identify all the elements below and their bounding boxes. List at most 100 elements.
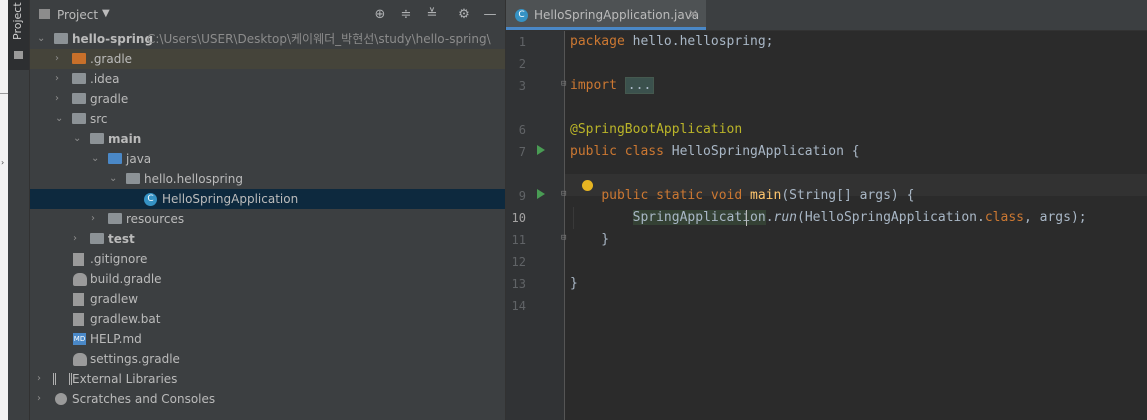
edge-divider (0, 93, 8, 94)
tree-item-gradle[interactable]: › gradle (30, 89, 505, 109)
line-number: 6 (518, 123, 526, 137)
markdown-icon: MD (73, 333, 86, 345)
chevron-right-icon[interactable]: › (55, 69, 65, 89)
tree-item-src[interactable]: ⌄ src (30, 109, 505, 129)
tree-item-label: .gradle (90, 52, 133, 66)
source-folder-icon (108, 153, 122, 164)
tree-item-help-md[interactable]: MD HELP.md (30, 329, 505, 349)
tree-item-label: gradlew (90, 292, 139, 306)
window-edge: › (0, 0, 8, 420)
line-number: 12 (511, 255, 526, 269)
line-number: 9 (518, 189, 526, 203)
tree-item-label: .idea (90, 72, 120, 86)
caret-down-icon[interactable]: ▼ (102, 8, 110, 19)
chevron-right-icon[interactable]: › (91, 209, 101, 229)
chevron-right-icon[interactable]: › (37, 389, 47, 409)
folder-excluded-icon (72, 53, 86, 64)
tree-item-label: hello-spring (72, 32, 154, 46)
code-line-6: @SpringBootApplication (570, 122, 743, 137)
tree-item-label: test (108, 232, 135, 246)
locate-icon[interactable]: ⊕ (371, 5, 389, 25)
gutter: 1 2 3 6 7 9 10 11 12 13 14 ⊟ ⊟ ⊟ (506, 31, 566, 420)
file-icon (73, 313, 84, 326)
scratches-icon (55, 393, 67, 405)
spring-class-icon: C (515, 9, 528, 22)
tree-item-idea[interactable]: › .idea (30, 69, 505, 89)
chevron-right-icon[interactable]: › (55, 89, 65, 109)
expand-all-icon[interactable]: ≑ (397, 5, 415, 25)
tree-item-label: main (108, 132, 142, 146)
tool-window-stripe: Project (8, 0, 30, 420)
tab-hellospringapplication[interactable]: C HelloSpringApplication.java ✕ (506, 0, 706, 30)
package-icon (126, 173, 140, 184)
code-line-7: public class HelloSpringApplication { (570, 144, 860, 159)
folder-icon (14, 51, 23, 59)
shell-icon (73, 293, 84, 306)
spring-class-icon: C (144, 193, 157, 206)
tree-item-build-gradle[interactable]: build.gradle (30, 269, 505, 289)
folder-icon (90, 233, 104, 244)
line-number: 11 (511, 233, 526, 247)
code-line-13: } (570, 276, 578, 291)
project-title[interactable]: Project (57, 8, 98, 22)
line-number: 3 (518, 79, 526, 93)
tree-item-hellospringapplication[interactable]: C HelloSpringApplication (30, 189, 505, 209)
tree-item-label: .gitignore (90, 252, 148, 266)
tree-item-label: src (90, 112, 108, 126)
chevron-right-icon[interactable]: › (37, 369, 47, 389)
collapse-all-icon[interactable]: ≚ (423, 5, 441, 25)
tree-item-hello-hellospring[interactable]: ⌄ hello.hellospring (30, 169, 505, 189)
gradle-icon (73, 273, 87, 286)
line-number: 2 (518, 57, 526, 71)
tree-item-label: hello.hellospring (144, 172, 243, 186)
tree-item-label: build.gradle (90, 272, 162, 286)
tree-item-main[interactable]: ⌄ main (30, 129, 505, 149)
project-icon (39, 9, 50, 19)
close-icon[interactable]: ✕ (688, 7, 698, 21)
run-icon[interactable] (537, 189, 545, 199)
minimize-icon[interactable]: — (481, 5, 499, 25)
chevron-down-icon[interactable]: ⌄ (55, 109, 65, 129)
tree-item-test[interactable]: › test (30, 229, 505, 249)
gear-icon[interactable]: ⚙ (455, 5, 473, 25)
tree-item-gradlew-bat[interactable]: gradlew.bat (30, 309, 505, 329)
folder-icon (72, 73, 86, 84)
tree-item-hello-spring[interactable]: ⌄ hello-spring C:\Users\USER\Desktop\케이웨… (30, 29, 505, 49)
project-stripe-label: Project (11, 2, 24, 40)
chevron-down-icon[interactable]: ⌄ (91, 149, 101, 169)
tree-item-label: External Libraries (72, 372, 178, 386)
tree-item-external-libraries[interactable]: › External Libraries (30, 369, 505, 389)
gradle-icon (73, 353, 87, 366)
tree-item-scratches[interactable]: › Scratches and Consoles (30, 389, 505, 409)
folder-icon (72, 113, 86, 124)
folder-icon (72, 93, 86, 104)
text-caret (746, 210, 747, 226)
code-line-3: import ... (570, 75, 655, 97)
module-folder-icon (54, 33, 68, 44)
line-number: 14 (511, 299, 526, 313)
resources-folder-icon (108, 213, 122, 224)
chevron-down-icon[interactable]: ⌄ (73, 129, 83, 149)
chevron-right-icon[interactable]: › (55, 49, 65, 69)
line-number: 13 (511, 277, 526, 291)
tree-item-settings-gradle[interactable]: settings.gradle (30, 349, 505, 369)
library-icon (53, 373, 72, 385)
edge-marker: › (1, 158, 5, 167)
line-number: 10 (511, 211, 526, 225)
folded-imports[interactable]: ... (624, 77, 655, 94)
chevron-down-icon[interactable]: ⌄ (37, 29, 47, 49)
chevron-down-icon[interactable]: ⌄ (109, 169, 119, 189)
project-tool-window: Project ▼ ⊕ ≑ ≚ ⚙ — ⌄ hello-spring C:\Us… (30, 0, 505, 420)
code-area[interactable]: package hello.hellospring; import ... @S… (566, 31, 1147, 420)
tree-item-gitignore[interactable]: .gitignore (30, 249, 505, 269)
tree-item-gradlew[interactable]: gradlew (30, 289, 505, 309)
code-line-9: public static void main(String[] args) { (601, 188, 915, 203)
tree-item-gradle-cache[interactable]: › .gradle (30, 49, 505, 69)
tree-item-java[interactable]: ⌄ java (30, 149, 505, 169)
editor-tabs: C HelloSpringApplication.java ✕ (506, 0, 1147, 31)
code-line-10: SpringApplication.run(HelloSpringApplica… (632, 210, 1087, 225)
chevron-right-icon[interactable]: › (73, 229, 83, 249)
run-icon[interactable] (537, 145, 545, 155)
tree-item-resources[interactable]: › resources (30, 209, 505, 229)
project-stripe-button[interactable]: Project (8, 0, 29, 70)
